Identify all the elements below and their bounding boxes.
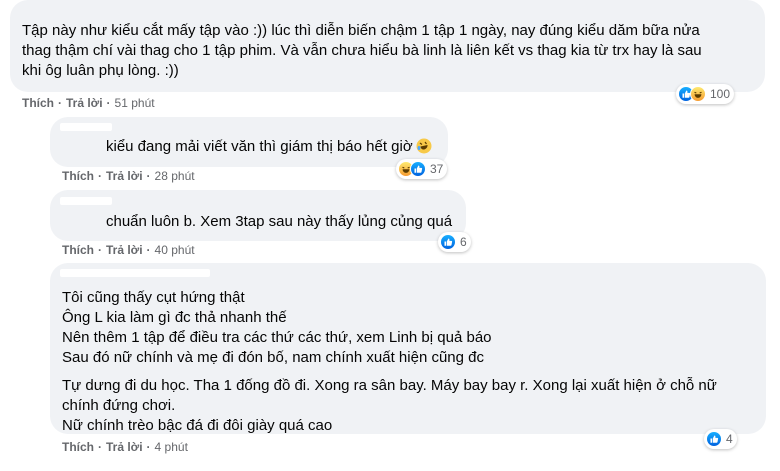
separator: ·: [106, 96, 111, 110]
author-name-redacted: [60, 123, 112, 131]
reply-button[interactable]: Trả lời: [106, 440, 143, 454]
comment-text-3: chuẩn luôn b. Xem 3tap sau này thấy lủng…: [106, 212, 452, 232]
comment-text-1: Tập này như kiểu cắt mấy tập vào :)) lúc…: [22, 21, 702, 81]
comment-line: chính đứng chơi.: [62, 397, 176, 414]
comment-line: kiểu đang mải viết văn thì giám thị báo …: [106, 138, 413, 155]
timestamp[interactable]: 28 phút: [155, 169, 195, 183]
comment-line: khi ôg luân phụ lòng. :)): [22, 62, 179, 79]
reaction-summary-2[interactable]: 37: [396, 159, 448, 179]
reaction-summary-4[interactable]: 4: [704, 429, 737, 449]
comment-actions-4: Thích · Trả lời · 4 phút: [62, 440, 188, 454]
like-icon: [440, 234, 456, 250]
comment-actions-3: Thích · Trả lời · 40 phút: [62, 243, 195, 257]
like-icon: [706, 431, 722, 447]
like-button[interactable]: Thích: [62, 243, 94, 257]
separator: ·: [98, 440, 102, 454]
separator: ·: [146, 169, 151, 183]
author-name-redacted: [60, 269, 210, 277]
timestamp[interactable]: 4 phút: [155, 440, 188, 454]
reaction-summary-3[interactable]: 6: [438, 232, 471, 252]
like-button[interactable]: Thích: [22, 96, 54, 110]
separator: ·: [146, 243, 151, 257]
reaction-summary-1[interactable]: 100: [676, 84, 735, 104]
separator: ·: [146, 440, 151, 454]
comment-bubble-3: chuẩn luôn b. Xem 3tap sau này thấy lủng…: [50, 190, 466, 241]
like-button[interactable]: Thích: [62, 440, 94, 454]
comment-line: Tập này như kiểu cắt mấy tập vào :)) lúc…: [22, 22, 700, 39]
comment-bubble-1: Tập này như kiểu cắt mấy tập vào :)) lúc…: [10, 0, 765, 92]
reply-button[interactable]: Trả lời: [106, 169, 143, 183]
reaction-count: 37: [430, 162, 444, 176]
like-icon: [410, 161, 426, 177]
reaction-count: 100: [710, 87, 731, 101]
rofl-emoji-icon: [416, 138, 432, 154]
comment-line: thag thậm chí vài thag cho 1 tập phim. V…: [22, 42, 702, 59]
author-name-redacted: [60, 197, 112, 205]
reply-button[interactable]: Trả lời: [106, 243, 143, 257]
reaction-count: 6: [460, 235, 467, 249]
comment-actions-1: Thích · Trả lời · 51 phút: [22, 96, 155, 110]
reply-button[interactable]: Trả lời: [66, 96, 103, 110]
reaction-count: 4: [726, 432, 733, 446]
comment-line: Tôi cũng thấy cụt hứng thật: [62, 289, 245, 306]
comment-line: Ông L kia làm gì đc thả nhanh thế: [62, 309, 287, 326]
separator: ·: [58, 96, 62, 110]
comment-line: Tự dưng đi du học. Tha 1 đống đồ đi. Xon…: [62, 377, 717, 394]
timestamp[interactable]: 51 phút: [115, 96, 155, 110]
comment-line: chuẩn luôn b. Xem 3tap sau này thấy lủng…: [106, 213, 453, 230]
comment-text-4: Tôi cũng thấy cụt hứng thật Ông L kia là…: [62, 288, 717, 436]
comment-bubble-2: kiểu đang mải viết văn thì giám thị báo …: [50, 117, 448, 167]
comment-line: Nữ chính trèo bậc đá đi đôi giày quá cao: [62, 417, 333, 434]
haha-icon: [690, 86, 706, 102]
comment-line: Nên thêm 1 tập để điều tra các thứ các t…: [62, 329, 492, 346]
timestamp[interactable]: 40 phút: [155, 243, 195, 257]
comment-bubble-4: Tôi cũng thấy cụt hứng thật Ông L kia là…: [50, 263, 766, 434]
separator: ·: [98, 169, 102, 183]
comment-actions-2: Thích · Trả lời · 28 phút: [62, 169, 195, 183]
separator: ·: [98, 243, 102, 257]
like-button[interactable]: Thích: [62, 169, 94, 183]
comment-line: Sau đó nữ chính và mẹ đi đón bố, nam chí…: [62, 349, 484, 366]
comment-text-2: kiểu đang mải viết văn thì giám thị báo …: [106, 137, 432, 157]
